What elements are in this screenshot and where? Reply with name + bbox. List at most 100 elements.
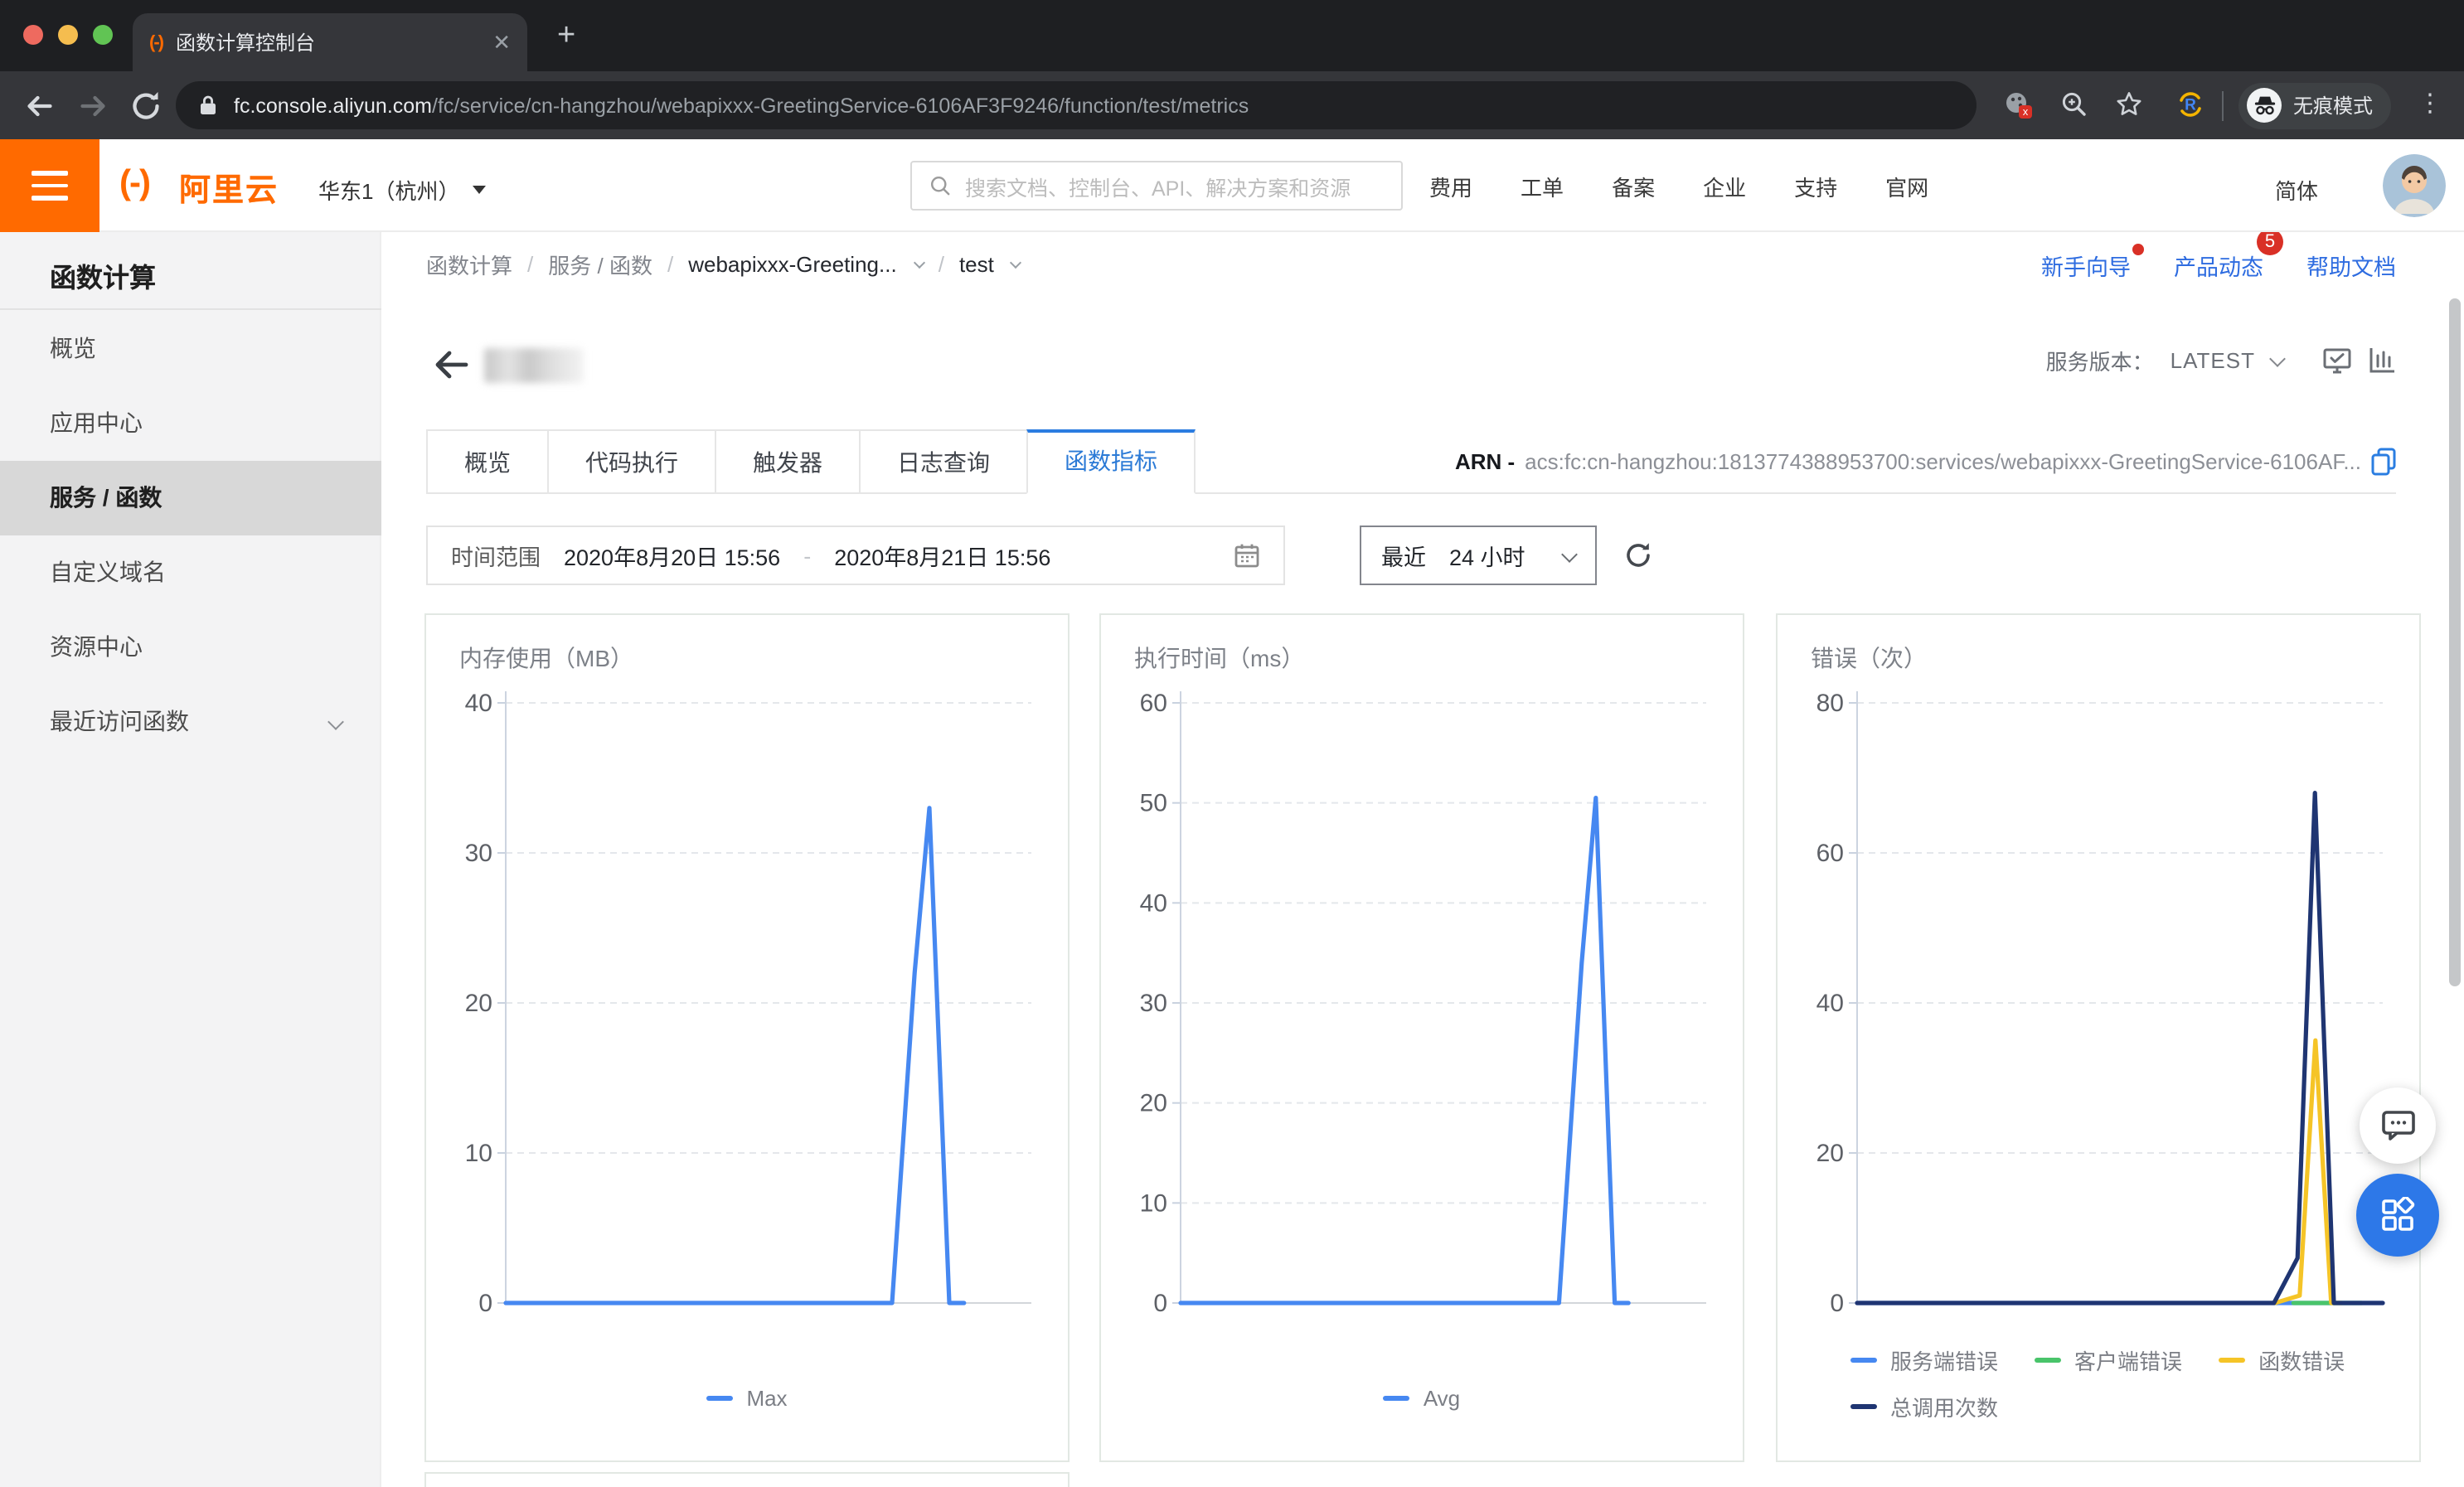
zoom-extension-icon[interactable]: [2059, 90, 2089, 119]
widgets-launcher-button[interactable]: [2356, 1174, 2439, 1257]
legend-item-Avg[interactable]: Avg: [1384, 1386, 1460, 1411]
sidebar-item-label: 服务 / 函数: [50, 484, 162, 511]
window-close-button[interactable]: [23, 25, 43, 45]
refresh-icon[interactable]: [1623, 540, 1653, 570]
avatar[interactable]: [2383, 154, 2446, 217]
feedback-chat-button[interactable]: [2360, 1087, 2436, 1164]
search-placeholder: 搜索文档、控制台、API、解决方案和资源: [965, 170, 1351, 201]
r-extension-icon[interactable]: R: [2175, 90, 2205, 119]
sidebar: 函数计算 概览应用中心服务 / 函数自定义域名资源中心最近访问函数: [0, 232, 381, 1487]
header-nav-支持[interactable]: 支持: [1794, 170, 1837, 201]
breadcrumb-item[interactable]: 服务 / 函数: [548, 249, 652, 280]
region-selector[interactable]: 华东1（杭州）: [318, 174, 486, 206]
sidebar-item-自定义域名[interactable]: 自定义域名: [0, 535, 381, 610]
header-nav-费用[interactable]: 费用: [1429, 170, 1472, 201]
tab-触发器[interactable]: 触发器: [715, 429, 861, 494]
svg-text:30: 30: [465, 840, 492, 867]
lock-icon: [199, 94, 217, 116]
widgets-icon: [2379, 1197, 2416, 1233]
help-link-产品动态[interactable]: 产品动态5: [2174, 249, 2263, 282]
address-bar[interactable]: fc.console.aliyun.com/fc/service/cn-hang…: [176, 81, 1977, 129]
legend-item-客户端错误[interactable]: 客户端错误: [2035, 1344, 2182, 1376]
help-link-帮助文档[interactable]: 帮助文档: [2306, 249, 2396, 282]
breadcrumb-separator: /: [667, 252, 673, 277]
legend-item-函数错误[interactable]: 函数错误: [2219, 1344, 2345, 1376]
service-version-selector[interactable]: 服务版本： LATEST: [2046, 345, 2396, 376]
svg-text:0: 0: [1153, 1290, 1167, 1317]
breadcrumb-item[interactable]: test: [959, 252, 994, 277]
copy-icon[interactable]: [2371, 448, 2396, 476]
window-zoom-button[interactable]: [93, 25, 113, 45]
window-minimize-button[interactable]: [58, 25, 78, 45]
tab-概览[interactable]: 概览: [426, 429, 549, 494]
new-tab-button[interactable]: +: [557, 20, 575, 51]
sidebar-item-服务 / 函数[interactable]: 服务 / 函数: [0, 461, 381, 535]
monitor-check-icon[interactable]: [2323, 346, 2351, 375]
incognito-badge: 无痕模式: [2238, 82, 2391, 128]
legend-item-总调用次数[interactable]: 总调用次数: [1850, 1391, 1998, 1422]
sidebar-item-应用中心[interactable]: 应用中心: [0, 386, 381, 461]
back-arrow-icon[interactable]: [433, 348, 469, 381]
bookmark-star-icon[interactable]: [2114, 90, 2144, 119]
tab-代码执行[interactable]: 代码执行: [547, 429, 716, 494]
back-icon[interactable]: [23, 90, 56, 123]
breadcrumb-item[interactable]: 函数计算: [426, 249, 512, 280]
reload-icon[interactable]: [129, 90, 162, 123]
svg-text:40: 40: [1140, 889, 1167, 917]
region-caret-icon: [473, 186, 486, 194]
breadcrumb-separator: /: [527, 252, 533, 277]
function-tabs-row: 概览代码执行触发器日志查询函数指标 ARN - acs:fc:cn-hangzh…: [426, 429, 2396, 494]
time-range-picker[interactable]: 时间范围 2020年8月20日 15:56 - 2020年8月21日 15:56: [426, 526, 1285, 585]
browser-tab[interactable]: (-) 函数计算控制台 ✕: [133, 13, 527, 71]
sidebar-item-资源中心[interactable]: 资源中心: [0, 610, 381, 685]
quick-range-select[interactable]: 最近 24 小时: [1360, 526, 1597, 585]
svg-text:40: 40: [465, 690, 492, 717]
chart-legend: Max: [426, 1386, 1068, 1424]
metrics-bar-chart-icon[interactable]: [2368, 346, 2396, 375]
errors-chart-card: 错误（次）020406080服务端错误客户端错误函数错误总调用次数: [1776, 613, 2421, 1462]
aliyun-logo-text[interactable]: 阿里云: [179, 166, 279, 211]
sidebar-item-label: 应用中心: [50, 409, 143, 436]
sidebar-divider: [0, 308, 381, 310]
hamburger-menu-button[interactable]: [0, 139, 99, 232]
tab-函数指标[interactable]: 函数指标: [1026, 429, 1196, 494]
sidebar-item-最近访问函数[interactable]: 最近访问函数: [0, 685, 381, 759]
global-search-input[interactable]: 搜索文档、控制台、API、解决方案和资源: [910, 161, 1403, 211]
tab-title: 函数计算控制台: [176, 28, 483, 56]
language-switch[interactable]: 简体: [2275, 174, 2318, 206]
page-scrollbar-thumb[interactable]: [2449, 298, 2461, 986]
svg-text:20: 20: [1140, 1090, 1167, 1117]
chevron-down-icon[interactable]: [914, 256, 925, 268]
forward-icon[interactable]: [76, 90, 109, 123]
header-nav-工单[interactable]: 工单: [1521, 170, 1564, 201]
function-compute-favicon: (-): [149, 32, 162, 52]
legend-item-Max[interactable]: Max: [706, 1386, 787, 1411]
browser-toolbar: fc.console.aliyun.com/fc/service/cn-hang…: [0, 71, 2464, 139]
aliyun-logo-mark: (-): [119, 164, 149, 204]
svg-text:40: 40: [1816, 990, 1844, 1017]
help-links: 新手向导 产品动态5 帮助文档: [2041, 249, 2396, 282]
legend-label: 总调用次数: [1890, 1391, 1998, 1422]
chevron-down-icon[interactable]: [1011, 256, 1022, 268]
sidebar-list: 概览应用中心服务 / 函数自定义域名资源中心最近访问函数: [0, 312, 381, 759]
header-nav-备案[interactable]: 备案: [1612, 170, 1655, 201]
sidebar-item-概览[interactable]: 概览: [0, 312, 381, 386]
tab-日志查询[interactable]: 日志查询: [859, 429, 1028, 494]
calendar-icon[interactable]: [1234, 542, 1260, 569]
help-link-新手向导[interactable]: 新手向导: [2041, 249, 2131, 282]
chart-plot-2: 020406080: [1778, 675, 2419, 1338]
palette-extension-icon[interactable]: x: [2003, 90, 2033, 119]
region-label: 华东1（杭州）: [318, 174, 459, 206]
legend-item-服务端错误[interactable]: 服务端错误: [1850, 1344, 1998, 1376]
breadcrumb-item[interactable]: webapixxx-Greeting...: [688, 252, 896, 277]
tab-close-icon[interactable]: ✕: [492, 29, 511, 56]
svg-text:20: 20: [465, 990, 492, 1017]
header-nav-企业[interactable]: 企业: [1703, 170, 1746, 201]
arn-value: acs:fc:cn-hangzhou:1813774388953700:serv…: [1525, 449, 2361, 474]
header-nav-官网[interactable]: 官网: [1885, 170, 1928, 201]
sidebar-item-label: 最近访问函数: [50, 708, 189, 734]
legend-label: 服务端错误: [1890, 1344, 1998, 1376]
svg-text:10: 10: [465, 1140, 492, 1167]
browser-menu-icon[interactable]: ⋮: [2418, 88, 2442, 118]
arn-row: ARN - acs:fc:cn-hangzhou:181377438895370…: [1455, 429, 2396, 494]
